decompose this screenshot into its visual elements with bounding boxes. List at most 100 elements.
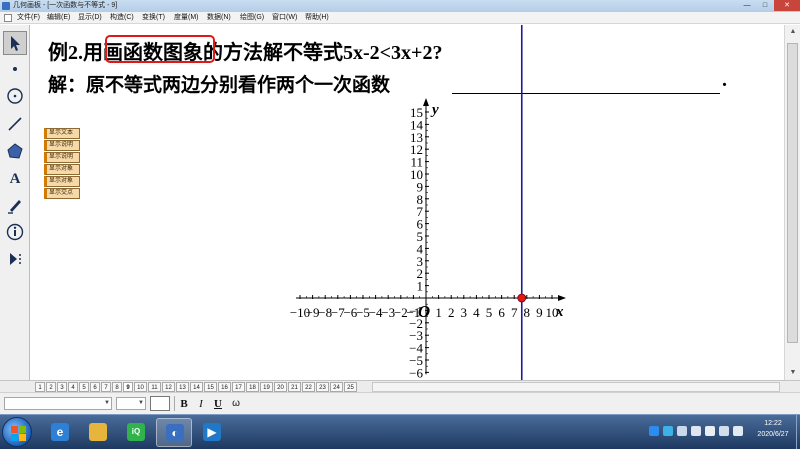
app-window: 几何画板 - [一次函数与不等式 - 9] — □ ✕ 文件(F) 编辑(E) … xyxy=(0,0,800,449)
network-icon[interactable] xyxy=(719,426,729,436)
info-icon[interactable] xyxy=(3,221,27,245)
bold-button[interactable]: B xyxy=(176,396,192,412)
page-tab-23[interactable]: 23 xyxy=(316,382,329,392)
page-tab-3[interactable]: 3 xyxy=(57,382,67,392)
menu-display[interactable]: 显示(D) xyxy=(78,12,102,24)
y-axis: 151413121110987654321−1−2−3−4−5−6y xyxy=(409,98,439,380)
page-tab-8[interactable]: 8 xyxy=(112,382,122,392)
arrow-select-icon[interactable] xyxy=(3,31,27,55)
compass-circle-icon[interactable] xyxy=(3,85,27,109)
divider xyxy=(174,396,175,411)
tray-ime-icon[interactable] xyxy=(677,426,687,436)
page-tab-6[interactable]: 6 xyxy=(90,382,100,392)
page-tab-15[interactable]: 15 xyxy=(204,382,217,392)
close-button[interactable]: ✕ xyxy=(774,0,800,11)
geometer-sketchpad-icon[interactable]: ◐ xyxy=(156,418,192,447)
symbol-button[interactable]: ω xyxy=(228,396,244,412)
x-tick-label: 1 xyxy=(435,305,442,320)
page-tab-21[interactable]: 21 xyxy=(288,382,301,392)
page-tab-2[interactable]: 2 xyxy=(46,382,56,392)
sketchpad-glyph: ◐ xyxy=(166,424,184,442)
font-size-select[interactable]: ▼ xyxy=(116,397,146,410)
volume-icon[interactable] xyxy=(733,426,743,436)
horizontal-scrollbar[interactable] xyxy=(372,382,780,392)
x-tick-label: 8 xyxy=(524,305,531,320)
menu-measure[interactable]: 度量(M) xyxy=(174,12,199,24)
flag-blue xyxy=(11,434,18,441)
page-tab-14[interactable]: 14 xyxy=(190,382,203,392)
text-icon[interactable]: A xyxy=(3,167,27,191)
marker-pen-icon[interactable] xyxy=(3,194,27,218)
page-tab-13[interactable]: 13 xyxy=(176,382,189,392)
page-tab-12[interactable]: 12 xyxy=(162,382,175,392)
font-family-select[interactable]: ▼ xyxy=(4,397,112,410)
page-tab-22[interactable]: 22 xyxy=(302,382,315,392)
maximize-button[interactable]: □ xyxy=(756,0,774,11)
menu-construct[interactable]: 构造(C) xyxy=(110,12,134,24)
y-axis-label: y xyxy=(430,102,439,118)
minimize-button[interactable]: — xyxy=(738,0,756,11)
taskbar: e iQ ◐ ▶ 12:22 2020/6/27 xyxy=(0,414,800,449)
menu-transform[interactable]: 变换(T) xyxy=(142,12,165,24)
menu-edit[interactable]: 编辑(E) xyxy=(47,12,70,24)
sketch-canvas[interactable]: 例2.用画函数图象的方法解不等式5x-2<3x+2? 解：原不等式两边分别看作两… xyxy=(31,25,784,380)
page-tab-17[interactable]: 17 xyxy=(232,382,245,392)
scroll-thumb[interactable] xyxy=(787,43,798,343)
page-tab-10[interactable]: 10 xyxy=(134,382,147,392)
menu-graph[interactable]: 绘图(G) xyxy=(240,12,264,24)
document-icon[interactable] xyxy=(4,14,12,22)
y-tick-label: 1 xyxy=(417,279,424,294)
menu-help[interactable]: 帮助(H) xyxy=(305,12,329,24)
flag-yellow xyxy=(19,434,26,441)
page-tab-4[interactable]: 4 xyxy=(68,382,78,392)
page-tab-11[interactable]: 11 xyxy=(148,382,161,392)
clock-time: 12:22 xyxy=(764,420,782,427)
polygon-icon[interactable] xyxy=(3,140,27,164)
tray-app-icon[interactable] xyxy=(649,426,659,436)
y-tick-label: −6 xyxy=(409,365,423,380)
page-tab-20[interactable]: 20 xyxy=(274,382,287,392)
page-tab-16[interactable]: 16 xyxy=(218,382,231,392)
tray-cloud-icon[interactable] xyxy=(663,426,673,436)
page-tab-1[interactable]: 1 xyxy=(35,382,45,392)
x-tick-label: 9 xyxy=(536,305,543,320)
system-clock[interactable]: 12:22 2020/6/27 xyxy=(753,418,793,440)
page-tab-5[interactable]: 5 xyxy=(79,382,89,392)
page-tab-24[interactable]: 24 xyxy=(330,382,343,392)
system-tray: 12:22 2020/6/27 xyxy=(645,415,800,449)
page-tab-25[interactable]: 25 xyxy=(344,382,357,392)
intersection-point[interactable] xyxy=(517,293,527,303)
file-explorer-icon[interactable] xyxy=(80,418,116,447)
line-segment-icon[interactable] xyxy=(3,113,27,137)
flag-red xyxy=(11,426,18,433)
page-tab-19[interactable]: 19 xyxy=(260,382,273,392)
menu-file[interactable]: 文件(F) xyxy=(17,12,40,24)
custom-tool-icon[interactable] xyxy=(3,248,27,272)
bluetooth-icon[interactable] xyxy=(705,426,715,436)
internet-explorer-icon[interactable]: e xyxy=(42,418,78,447)
menu-window[interactable]: 窗口(W) xyxy=(272,12,297,24)
tray-flag-icon[interactable] xyxy=(691,426,701,436)
x-axis-label: x xyxy=(555,304,564,320)
page-tab-9[interactable]: 9 xyxy=(123,382,133,392)
toolbox: A xyxy=(0,25,30,380)
underline-button[interactable]: U xyxy=(210,396,226,412)
scroll-down-icon[interactable]: ▼ xyxy=(785,366,800,380)
title-bar: 几何画板 - [一次函数与不等式 - 9] — □ ✕ xyxy=(0,0,800,12)
media-player-icon[interactable]: ▶ xyxy=(194,418,230,447)
page-tab-7[interactable]: 7 xyxy=(101,382,111,392)
windows-start-icon[interactable] xyxy=(2,417,32,447)
iqiyi-icon[interactable]: iQ xyxy=(118,418,154,447)
x-tick-label: 7 xyxy=(511,305,518,320)
x-tick-label: 2 xyxy=(448,305,455,320)
show-desktop-button[interactable] xyxy=(796,415,800,449)
italic-button[interactable]: I xyxy=(193,396,209,412)
flag-green xyxy=(19,426,26,433)
page-tab-18[interactable]: 18 xyxy=(246,382,259,392)
x-tick-label: 5 xyxy=(486,305,493,320)
point-icon[interactable] xyxy=(3,58,27,82)
scroll-up-icon[interactable]: ▲ xyxy=(785,25,800,39)
color-swatch[interactable] xyxy=(150,396,170,411)
menu-data[interactable]: 数据(N) xyxy=(207,12,231,24)
vertical-scrollbar[interactable]: ▲ ▼ xyxy=(784,25,800,380)
